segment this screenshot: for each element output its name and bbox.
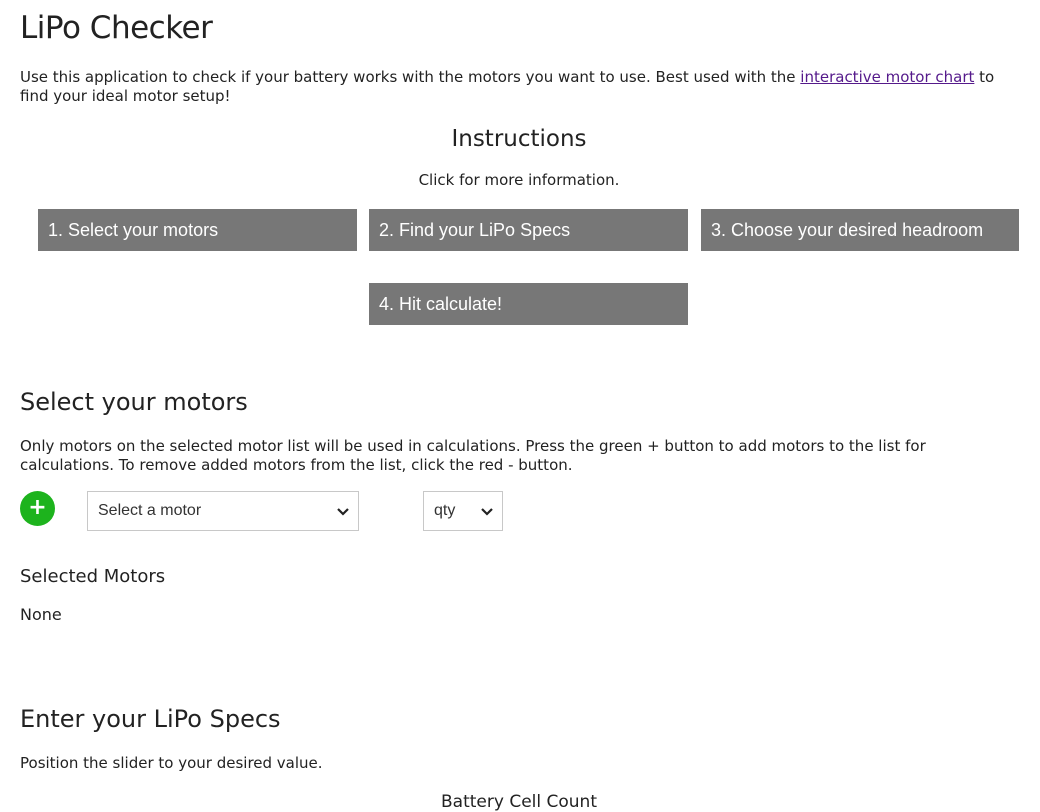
interactive-motor-chart-link[interactable]: interactive motor chart <box>800 68 974 86</box>
battery-cell-count-label: Battery Cell Count <box>441 792 597 812</box>
intro-paragraph: Use this application to check if your ba… <box>20 68 1020 106</box>
add-motor-button[interactable]: + <box>20 491 55 526</box>
step-button-hit-calculate[interactable]: 4. Hit calculate! <box>369 283 688 325</box>
instructions-subtitle: Click for more information. <box>418 171 620 189</box>
selected-motors-value: None <box>20 605 62 624</box>
lipo-specs-description: Position the slider to your desired valu… <box>20 754 323 772</box>
instructions-heading: Instructions <box>451 126 587 152</box>
chevron-down-icon <box>337 508 349 516</box>
step-button-choose-headroom[interactable]: 3. Choose your desired headroom <box>701 209 1019 251</box>
page-title: LiPo Checker <box>20 10 213 46</box>
step-button-find-lipo-specs[interactable]: 2. Find your LiPo Specs <box>369 209 688 251</box>
motor-select[interactable]: Select a motor <box>87 491 359 531</box>
selected-motors-heading: Selected Motors <box>20 566 166 587</box>
select-motors-description: Only motors on the selected motor list w… <box>20 437 926 474</box>
qty-select[interactable]: qty <box>423 491 503 531</box>
intro-text-before: Use this application to check if your ba… <box>20 68 801 86</box>
qty-select-value: qty <box>434 502 456 519</box>
page: LiPo Checker Use this application to che… <box>0 0 1040 812</box>
motor-select-value: Select a motor <box>98 502 202 519</box>
chevron-down-icon <box>481 508 493 516</box>
select-motors-heading: Select your motors <box>20 388 248 416</box>
step-button-select-motors[interactable]: 1. Select your motors <box>38 209 357 251</box>
lipo-specs-heading: Enter your LiPo Specs <box>20 705 281 733</box>
